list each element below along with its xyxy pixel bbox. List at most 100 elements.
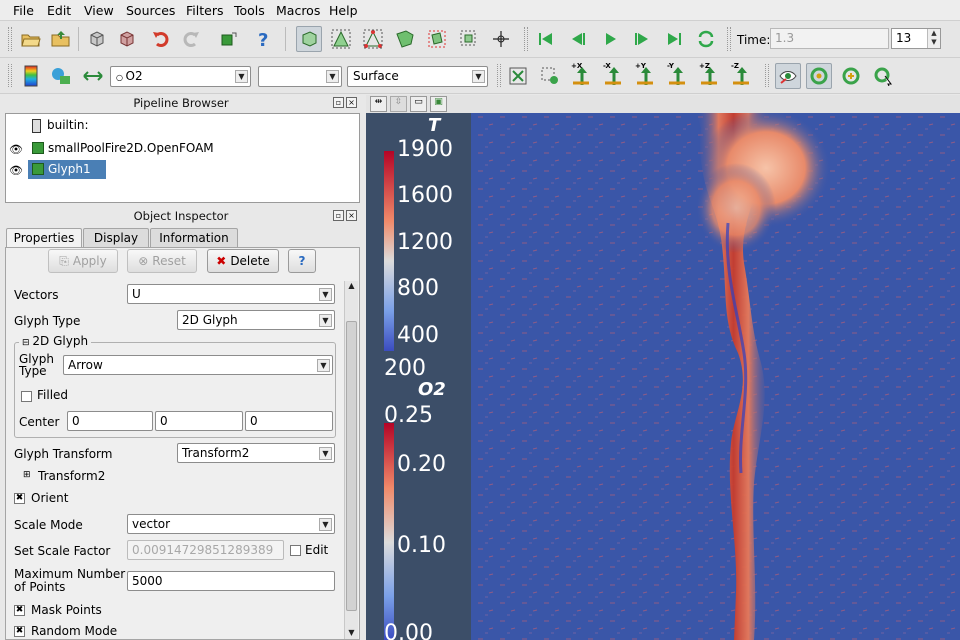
random-mode-checkbox[interactable]: ✖ (14, 626, 25, 637)
menu-sources[interactable]: Sources (126, 3, 175, 18)
scroll-down-icon[interactable]: ▼ (345, 628, 358, 639)
representation-combo[interactable]: Surface ▼ (347, 66, 488, 87)
last-frame-icon[interactable] (661, 26, 687, 52)
help-icon[interactable]: ? (250, 26, 276, 52)
select-points-icon[interactable] (360, 26, 386, 52)
component-combo[interactable]: ▼ (258, 66, 342, 87)
rescale-custom-icon[interactable] (80, 63, 106, 89)
select-frustum-icon[interactable] (392, 26, 418, 52)
pick-center-icon[interactable] (488, 26, 514, 52)
rotate-center-pick-icon[interactable] (870, 63, 896, 89)
pipeline-item-openfoam[interactable]: 👁 smallPoolFire2D.OpenFOAM (6, 139, 359, 158)
pick-center-of-rotation-icon[interactable] (838, 63, 864, 89)
orient-checkbox[interactable]: ✖ (14, 493, 25, 504)
view-minus-y-icon[interactable]: -Y (665, 62, 691, 89)
menu-view[interactable]: View (84, 3, 114, 18)
mask-points-checkbox[interactable]: ✖ (14, 605, 25, 616)
array-combo[interactable]: ○ O2 ▼ (110, 66, 251, 87)
view-plus-z-icon[interactable]: +Z (697, 62, 723, 89)
view-minus-x-icon[interactable]: -X (601, 62, 627, 89)
max-points-field[interactable]: 5000 (127, 571, 335, 591)
close-view-icon[interactable]: ▣ (430, 96, 447, 112)
save-icon[interactable] (48, 26, 74, 52)
transform2-tree-item[interactable]: Transform2 (38, 469, 105, 483)
center-z-field[interactable]: 0 (245, 411, 333, 431)
interact-mode-icon[interactable] (296, 26, 322, 52)
toolbar-grip[interactable] (8, 27, 12, 51)
flame-render[interactable] (366, 113, 960, 640)
menu-help[interactable]: Help (329, 3, 358, 18)
tab-display[interactable]: Display (83, 228, 149, 248)
show-center-icon[interactable] (775, 63, 801, 89)
center-y-field[interactable]: 0 (155, 411, 243, 431)
delete-button[interactable]: ✖ Delete (207, 249, 279, 273)
help-button[interactable]: ? (288, 249, 316, 273)
open-icon[interactable] (18, 26, 44, 52)
filled-checkbox[interactable] (21, 391, 32, 402)
menu-tools[interactable]: Tools (234, 3, 265, 18)
rescale-range-icon[interactable] (48, 63, 74, 89)
inspector-scrollbar[interactable]: ▲ ▼ (344, 281, 358, 639)
pipeline-item-builtin[interactable]: builtin: (32, 118, 89, 137)
float-panel-icon[interactable]: ▫ (333, 210, 344, 221)
reset-label: Reset (152, 254, 186, 268)
menu-file[interactable]: File (13, 3, 34, 18)
scale-factor-field[interactable]: 0.00914729851289389 (127, 540, 284, 560)
eye-icon[interactable]: 👁 (9, 164, 23, 177)
loop-icon[interactable] (693, 26, 719, 52)
menu-edit[interactable]: Edit (47, 3, 71, 18)
glyph-2d-type-combo[interactable]: Arrow ▼ (63, 355, 333, 375)
view-plus-y-icon[interactable]: +Y (633, 62, 659, 89)
select-cells-icon[interactable] (328, 26, 354, 52)
vectors-combo[interactable]: U ▼ (127, 284, 335, 304)
disconnect-icon[interactable] (114, 26, 140, 52)
reset-button[interactable]: ⊗ Reset (127, 249, 197, 273)
split-vertical-icon[interactable]: ⇳ (390, 96, 407, 112)
apply-button[interactable]: ⎘ Apply (48, 249, 118, 273)
zoom-to-data-icon[interactable] (537, 63, 563, 89)
glyph-type-combo[interactable]: 2D Glyph ▼ (177, 310, 335, 330)
edit-checkbox[interactable] (290, 545, 301, 556)
float-panel-icon[interactable]: ▫ (333, 97, 344, 108)
chevron-down-icon: ▼ (326, 70, 339, 83)
view-plus-x-icon[interactable]: +X (569, 62, 595, 89)
axis-label: -Z (731, 62, 739, 70)
time-value-field[interactable]: 1.3 (770, 28, 889, 49)
spin-arrows-icon[interactable]: ▲ ▼ (927, 29, 940, 48)
tab-information[interactable]: Information (150, 228, 238, 248)
split-horizontal-icon[interactable]: ⇹ (370, 96, 387, 112)
render-view[interactable]: T 1900 1600 1200 800 400 200 O2 0.25 0.2… (366, 113, 960, 640)
menu-macros[interactable]: Macros (276, 3, 320, 18)
collapse-icon[interactable]: ⊟ (22, 338, 32, 348)
glyph-transform-combo[interactable]: Transform2 ▼ (177, 443, 335, 463)
undo-icon[interactable] (148, 26, 174, 52)
select-frustum-points-icon[interactable] (424, 26, 450, 52)
first-frame-icon[interactable] (533, 26, 559, 52)
reset-center-icon[interactable] (806, 63, 832, 89)
tab-properties[interactable]: Properties (6, 228, 82, 249)
close-panel-icon[interactable]: × (346, 210, 357, 221)
next-frame-icon[interactable] (629, 26, 655, 52)
scrollbar-thumb[interactable] (346, 321, 357, 611)
camera-link-icon[interactable] (215, 26, 241, 52)
previous-frame-icon[interactable] (565, 26, 591, 52)
scroll-up-icon[interactable]: ▲ (345, 281, 358, 294)
close-panel-icon[interactable]: × (346, 97, 357, 108)
maximize-view-icon[interactable]: ▭ (410, 96, 427, 112)
eye-icon[interactable]: 👁 (9, 143, 23, 156)
select-block-icon[interactable] (456, 26, 482, 52)
view-minus-z-icon[interactable]: -Z (729, 62, 755, 89)
connect-icon[interactable] (84, 26, 110, 52)
legend-O2-colorbar (384, 423, 394, 640)
color-map-editor-icon[interactable] (18, 63, 44, 89)
play-icon[interactable] (597, 26, 623, 52)
chevron-down-icon: ▼ (319, 518, 332, 531)
menu-filters[interactable]: Filters (186, 3, 223, 18)
pipeline-item-glyph1[interactable]: 👁 Glyph1 (6, 160, 359, 179)
reset-camera-icon[interactable] (505, 63, 531, 89)
redo-icon[interactable] (178, 26, 204, 52)
time-step-spinbox[interactable]: 13 ▲ ▼ (891, 28, 941, 49)
center-x-field[interactable]: 0 (67, 411, 153, 431)
scale-mode-combo[interactable]: vector ▼ (127, 514, 335, 534)
expand-icon[interactable]: ⊞ (23, 470, 31, 480)
